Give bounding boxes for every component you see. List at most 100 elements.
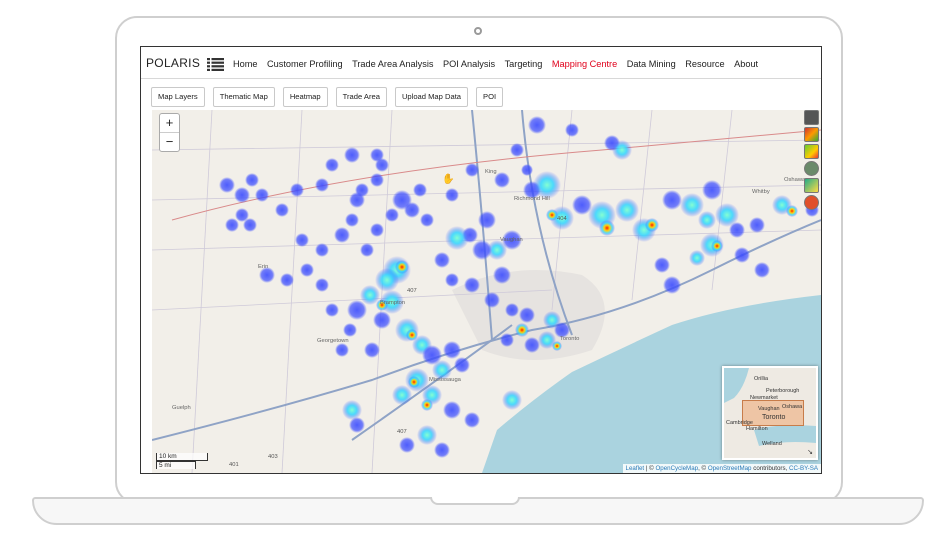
heat-blob bbox=[515, 323, 529, 337]
heat-blob bbox=[370, 223, 384, 237]
minimap-toggle-icon[interactable]: ↘ bbox=[807, 448, 813, 456]
heat-blob bbox=[493, 266, 511, 284]
heat-blob bbox=[315, 178, 329, 192]
place-label-richmond-hill: Richmond Hill bbox=[514, 196, 550, 202]
zoom-in-button[interactable]: + bbox=[160, 114, 179, 132]
place-label-whitby: Whitby bbox=[752, 189, 770, 195]
place-label-erin: Erin bbox=[258, 264, 269, 270]
leaflet-link[interactable]: Leaflet bbox=[626, 465, 645, 472]
heat-blob bbox=[370, 173, 384, 187]
heat-blob bbox=[417, 425, 437, 445]
heat-blob bbox=[373, 311, 391, 329]
map-canvas[interactable]: Brampton Vaughan Mississauga Toronto Gue… bbox=[152, 110, 821, 473]
heat-blob bbox=[689, 250, 705, 266]
openstreetmap-link[interactable]: OpenStreetMap bbox=[708, 465, 752, 472]
heat-blob bbox=[565, 123, 579, 137]
nav-poi-analysis[interactable]: POI Analysis bbox=[443, 59, 495, 69]
heat-blob bbox=[219, 177, 235, 193]
opencyclemap-link[interactable]: OpenCycleMap bbox=[655, 465, 698, 472]
overview-minimap[interactable]: Orillia Peterborough Newmarket Vaughan O… bbox=[722, 366, 818, 460]
map-toolbar: Map Layers Thematic Map Heatmap Trade Ar… bbox=[151, 87, 511, 107]
heat-blob bbox=[290, 183, 304, 197]
heat-blob bbox=[225, 218, 239, 232]
brand-title[interactable]: POLARIS bbox=[146, 56, 200, 70]
heat-blob bbox=[729, 222, 745, 238]
globe-layer-icon[interactable] bbox=[804, 161, 819, 176]
minimap-label-oshawa: Oshawa bbox=[782, 404, 803, 410]
heat-blob bbox=[421, 399, 433, 411]
heat-blob bbox=[300, 263, 314, 277]
place-label-vaughan: Vaughan bbox=[500, 237, 523, 243]
nav-customer-profiling[interactable]: Customer Profiling bbox=[267, 59, 343, 69]
heat-blob bbox=[599, 220, 615, 236]
nav-menu: Home Customer Profiling Trade Area Analy… bbox=[233, 59, 768, 69]
heat-blob bbox=[612, 140, 632, 160]
nav-targeting[interactable]: Targeting bbox=[505, 59, 543, 69]
heat-blob bbox=[234, 187, 250, 203]
heat-blob bbox=[533, 171, 561, 199]
heat-blob bbox=[521, 164, 533, 176]
heatmap-button[interactable]: Heatmap bbox=[282, 87, 328, 107]
place-label-georgetown: Georgetown bbox=[317, 338, 349, 344]
nav-mapping-centre[interactable]: Mapping Centre bbox=[552, 59, 617, 69]
camera-icon bbox=[474, 27, 482, 35]
place-label-toronto: Toronto bbox=[560, 336, 580, 342]
nav-about[interactable]: About bbox=[734, 59, 758, 69]
layers-stack-icon[interactable] bbox=[804, 110, 819, 125]
heat-blob bbox=[370, 148, 384, 162]
nav-resource[interactable]: Resource bbox=[685, 59, 724, 69]
attr-sep-3: contributors, bbox=[751, 465, 789, 472]
map-attribution: Leaflet | © OpenCycleMap, © OpenStreetMa… bbox=[622, 464, 821, 473]
heat-blob bbox=[445, 273, 459, 287]
minimap-label-newmarket: Newmarket bbox=[750, 395, 778, 401]
attr-sep-1: | © bbox=[644, 465, 656, 472]
app-screen: POLARIS Home Customer Profiling Trade Ar… bbox=[140, 46, 822, 474]
poi-button[interactable]: POI bbox=[476, 87, 504, 107]
heat-blob bbox=[464, 412, 480, 428]
heat-blob bbox=[345, 213, 359, 227]
hand-cursor-icon: ✋ bbox=[442, 174, 455, 185]
minimap-label-hamilton: Hamilton bbox=[746, 426, 768, 432]
nav-data-mining[interactable]: Data Mining bbox=[627, 59, 676, 69]
heat-blob bbox=[454, 357, 470, 373]
heat-blob bbox=[295, 233, 309, 247]
road-label-407a: 407 bbox=[407, 288, 417, 294]
navbar: POLARIS Home Customer Profiling Trade Ar… bbox=[141, 47, 821, 79]
poi-layer-icon[interactable] bbox=[804, 195, 819, 210]
heat-blob bbox=[734, 247, 750, 263]
place-label-brampton: Brampton bbox=[380, 300, 406, 306]
heat-blob bbox=[315, 243, 329, 257]
cc-by-sa-link[interactable]: CC-BY-SA bbox=[789, 465, 818, 472]
heat-blob bbox=[472, 240, 492, 260]
minimap-label-peterborough: Peterborough bbox=[766, 388, 800, 394]
place-label-oshawa: Oshawa bbox=[784, 177, 806, 183]
trade-area-button[interactable]: Trade Area bbox=[335, 87, 387, 107]
heat-blob bbox=[754, 262, 770, 278]
upload-map-data-button[interactable]: Upload Map Data bbox=[394, 87, 469, 107]
heat-blob bbox=[364, 342, 380, 358]
heat-blob bbox=[347, 300, 367, 320]
heat-blob bbox=[443, 341, 461, 359]
thematic-map-button[interactable]: Thematic Map bbox=[212, 87, 275, 107]
thematic-layer-icon[interactable] bbox=[804, 127, 819, 142]
heat-blob bbox=[420, 213, 434, 227]
zoom-out-button[interactable]: − bbox=[160, 132, 179, 151]
nav-home[interactable]: Home bbox=[233, 59, 258, 69]
heat-blob bbox=[404, 202, 420, 218]
heat-blob bbox=[344, 147, 360, 163]
heat-blob bbox=[478, 211, 496, 229]
road-label-403: 403 bbox=[268, 454, 278, 460]
place-label-mississauga: Mississauga bbox=[429, 377, 461, 383]
layer-switcher bbox=[804, 110, 819, 210]
map-layers-button[interactable]: Map Layers bbox=[151, 87, 205, 107]
heat-blob bbox=[434, 442, 450, 458]
terrain-layer-icon[interactable] bbox=[804, 178, 819, 193]
road-label-404: 404 bbox=[557, 216, 567, 222]
heatmap-layer bbox=[219, 116, 819, 458]
nav-trade-area-analysis[interactable]: Trade Area Analysis bbox=[352, 59, 433, 69]
minimap-label-toronto: Toronto bbox=[762, 414, 786, 421]
road-label-401: 401 bbox=[229, 462, 239, 468]
heatmap-layer-icon[interactable] bbox=[804, 144, 819, 159]
heat-blob bbox=[680, 193, 704, 217]
list-menu-icon[interactable] bbox=[207, 58, 224, 71]
